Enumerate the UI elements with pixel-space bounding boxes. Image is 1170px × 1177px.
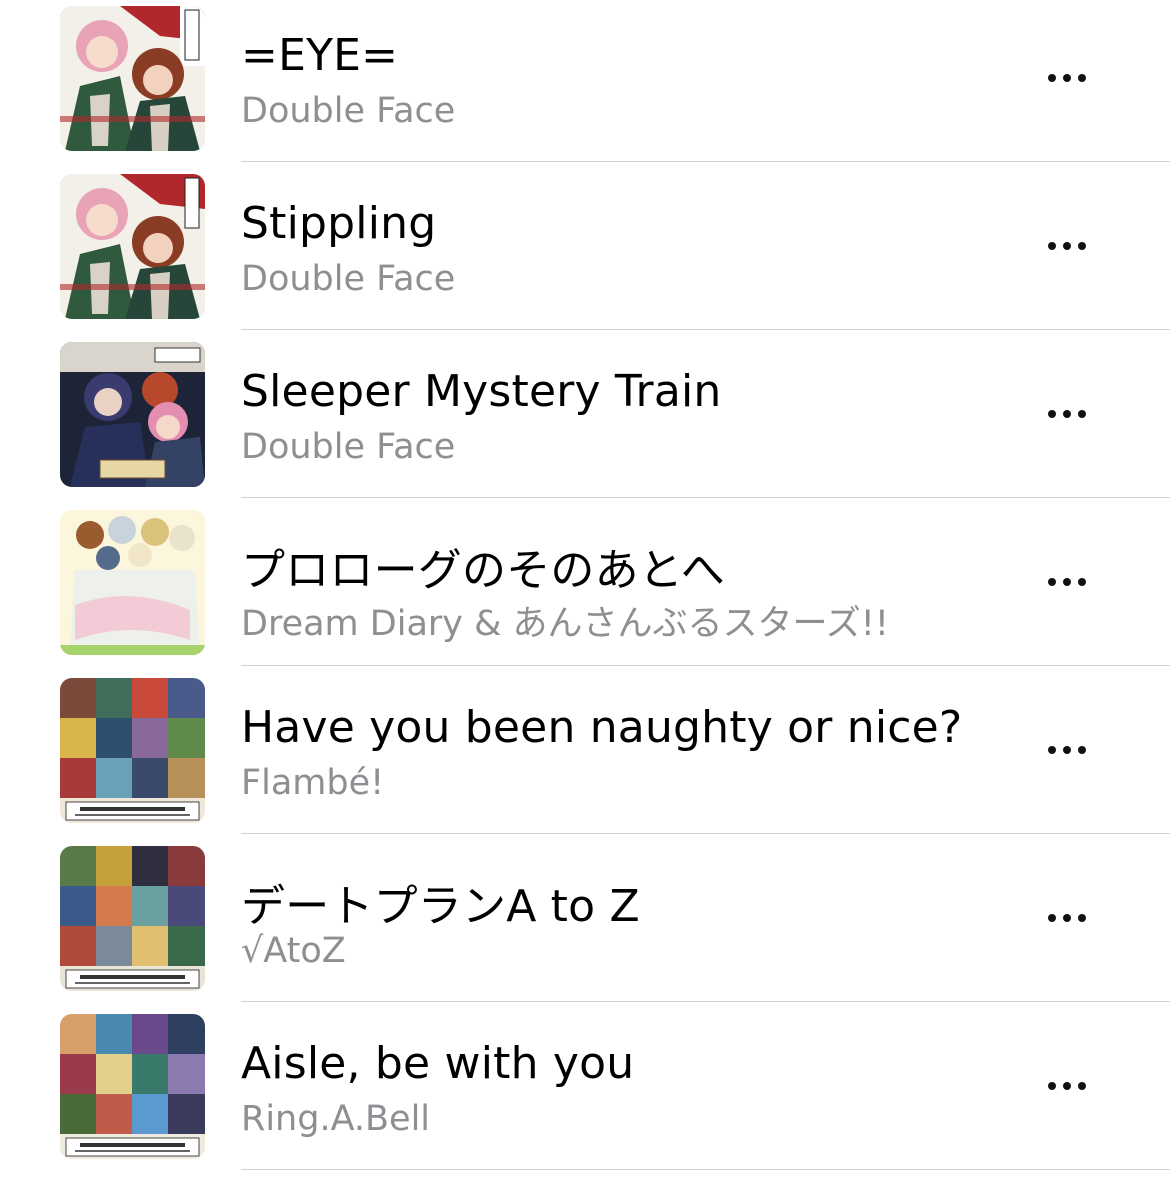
ellipsis-icon (1078, 746, 1086, 754)
more-button[interactable] (1036, 903, 1098, 933)
song-title: プロローグのそのあとへ (241, 545, 725, 596)
song-artist: Double Face (241, 91, 456, 131)
more-button[interactable] (1036, 231, 1098, 261)
more-button[interactable] (1036, 567, 1098, 597)
ellipsis-icon (1063, 914, 1071, 922)
ellipsis-icon (1078, 74, 1086, 82)
album-artwork (60, 174, 205, 319)
song-title: Sleeper Mystery Train (241, 366, 722, 417)
row-separator (241, 1001, 1170, 1002)
ellipsis-icon (1078, 578, 1086, 586)
row-separator (241, 161, 1170, 162)
song-title: デートプランA to Z (241, 881, 640, 932)
ellipsis-icon (1063, 242, 1071, 250)
song-row[interactable]: デートプランA to Z √AtoZ (0, 840, 1170, 1008)
row-separator (241, 329, 1170, 330)
row-separator (241, 833, 1170, 834)
song-title: Stippling (241, 198, 437, 249)
ellipsis-icon (1063, 578, 1071, 586)
album-artwork (60, 342, 205, 487)
album-artwork (60, 510, 205, 655)
ellipsis-icon (1048, 746, 1056, 754)
more-button[interactable] (1036, 1071, 1098, 1101)
album-artwork (60, 1014, 205, 1159)
ellipsis-icon (1063, 1082, 1071, 1090)
ellipsis-icon (1063, 410, 1071, 418)
ellipsis-icon (1048, 914, 1056, 922)
ellipsis-icon (1048, 410, 1056, 418)
ellipsis-icon (1048, 74, 1056, 82)
song-artist: Double Face (241, 427, 456, 467)
album-artwork (60, 678, 205, 823)
ellipsis-icon (1048, 1082, 1056, 1090)
row-separator (241, 665, 1170, 666)
song-artist: Dream Diary & あんさんぶるスターズ!! (241, 604, 889, 644)
song-title: =EYE= (241, 30, 399, 81)
ellipsis-icon (1078, 914, 1086, 922)
ellipsis-icon (1078, 242, 1086, 250)
song-row[interactable]: Have you been naughty or nice? Flambé! (0, 672, 1170, 840)
album-artwork (60, 6, 205, 151)
song-row[interactable]: =EYE= Double Face (0, 0, 1170, 168)
album-artwork (60, 846, 205, 991)
ellipsis-icon (1078, 410, 1086, 418)
ellipsis-icon (1063, 746, 1071, 754)
more-button[interactable] (1036, 399, 1098, 429)
ellipsis-icon (1078, 1082, 1086, 1090)
song-artist: √AtoZ (241, 931, 346, 971)
ellipsis-icon (1048, 242, 1056, 250)
song-title: Aisle, be with you (241, 1038, 635, 1089)
song-artist: Flambé! (241, 763, 385, 803)
more-button[interactable] (1036, 63, 1098, 93)
row-separator (241, 497, 1170, 498)
song-row[interactable]: Stippling Double Face (0, 168, 1170, 336)
more-button[interactable] (1036, 735, 1098, 765)
song-row[interactable]: プロローグのそのあとへ Dream Diary & あんさんぶるスターズ!! (0, 504, 1170, 672)
ellipsis-icon (1063, 74, 1071, 82)
song-artist: Double Face (241, 259, 456, 299)
song-title: Have you been naughty or nice? (241, 702, 963, 753)
song-artist: Ring.A.Bell (241, 1099, 431, 1139)
row-separator (241, 1169, 1170, 1170)
song-row[interactable]: Sleeper Mystery Train Double Face (0, 336, 1170, 504)
song-row[interactable]: Aisle, be with you Ring.A.Bell (0, 1008, 1170, 1176)
ellipsis-icon (1048, 578, 1056, 586)
